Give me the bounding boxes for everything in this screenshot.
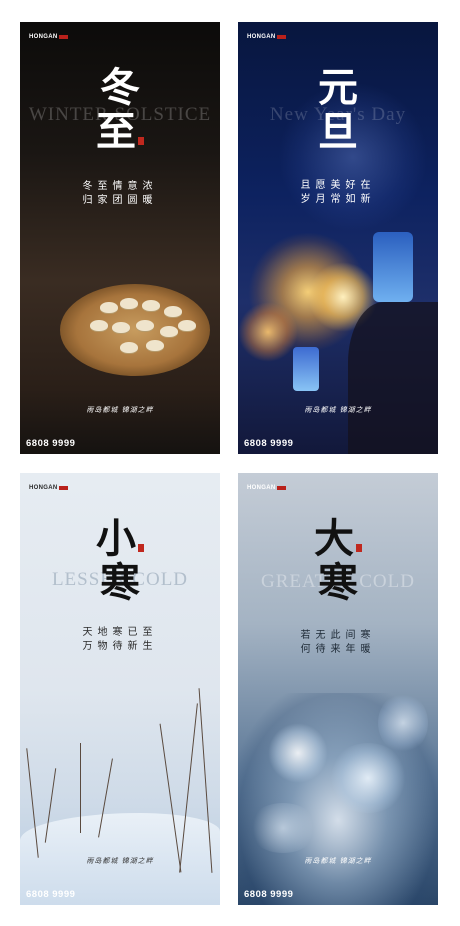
title-char: 大: [314, 517, 362, 561]
title-char: 冬: [100, 64, 140, 111]
phone-number: 6808 9999: [26, 437, 76, 449]
footer: 6808 9999: [20, 883, 220, 905]
seal-stamp: [356, 544, 362, 552]
phone-number: 6808 9999: [244, 437, 294, 449]
title-char: 寒: [100, 559, 140, 606]
brand-logo: HONGAN: [247, 34, 287, 40]
verse-line: 天地寒已至: [82, 627, 158, 638]
brand-logo: HONGAN: [29, 485, 69, 491]
verse-line: 何待来年暖: [300, 644, 376, 655]
phone-number: 6808 9999: [244, 888, 294, 900]
brand-logo: HONGAN: [29, 34, 69, 40]
title-char: 小: [96, 517, 144, 561]
poster-lesser-cold: HONGAN LESSER COLD 小 寒 天地寒已至 万物待新生 雨岛都城 …: [20, 473, 220, 905]
verse: 且愿美好在 岁月常如新: [238, 179, 438, 207]
poster-greater-cold: HONGAN GREATER COLD 大 寒 若无此间寒 何待来年暖 雨岛都城…: [238, 473, 438, 905]
verse: 天地寒已至 万物待新生: [20, 626, 220, 654]
title-char: 至: [96, 110, 144, 154]
slogan: 雨岛都城 锦湖之畔: [304, 406, 372, 414]
poster-title: 大 寒: [238, 517, 438, 605]
footer: 6808 9999: [238, 432, 438, 454]
verse-line: 万物待新生: [82, 641, 158, 652]
verse-line: 归家团圆暖: [82, 195, 158, 206]
poster-new-year: HONGAN New Year's Day 元 旦 且愿美好在 岁月常如新 雨岛…: [238, 22, 438, 454]
seal-stamp: [138, 137, 144, 145]
phone-number: 6808 9999: [26, 888, 76, 900]
verse-line: 冬至情意浓: [82, 181, 158, 192]
verse: 冬至情意浓 归家团圆暖: [20, 180, 220, 208]
footer: 6808 9999: [20, 432, 220, 454]
slogan: 雨岛都城 锦湖之畔: [86, 406, 154, 414]
title-char: 元: [318, 64, 358, 111]
brand-logo: HONGAN: [247, 485, 287, 491]
title-char: 寒: [318, 559, 358, 606]
poster-title: 冬 至: [20, 66, 220, 154]
footer: 6808 9999: [238, 883, 438, 905]
poster-title: 小 寒: [20, 517, 220, 605]
slogan: 雨岛都城 锦湖之畔: [304, 857, 372, 865]
verse-line: 且愿美好在: [300, 180, 376, 191]
verse-line: 岁月常如新: [300, 194, 376, 205]
verse: 若无此间寒 何待来年暖: [238, 629, 438, 657]
poster-title: 元 旦: [238, 66, 438, 154]
title-char: 旦: [318, 108, 358, 155]
verse-line: 若无此间寒: [300, 630, 376, 641]
seal-stamp: [138, 544, 144, 552]
poster-winter-solstice: HONGAN WINTER SOLSTICE 冬 至 冬至情意浓 归家团圆暖 雨…: [20, 22, 220, 454]
slogan: 雨岛都城 锦湖之畔: [86, 857, 154, 865]
